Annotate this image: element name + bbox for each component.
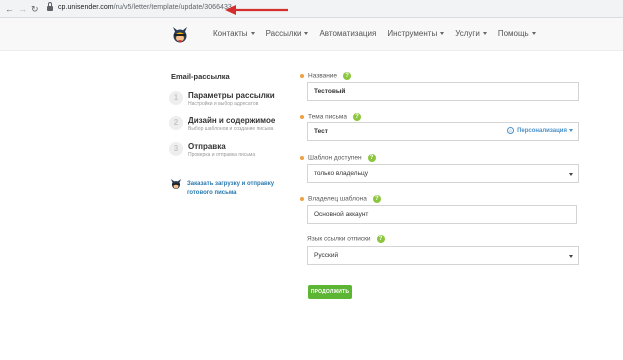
help-icon[interactable]: ? — [343, 72, 352, 80]
name-label: Название? — [300, 72, 352, 80]
name-input[interactable]: Тестовый — [307, 82, 579, 101]
step-subtitle: Выбор шаблонов и создание письма — [188, 126, 274, 132]
mascot-icon — [171, 179, 181, 189]
nav-item-help[interactable]: Помощь — [498, 29, 536, 39]
chevron-down-icon — [569, 255, 573, 258]
order-upload-link[interactable]: Заказать загрузку и отправку готового пи… — [187, 180, 287, 198]
access-select[interactable]: только владельцу — [307, 164, 579, 183]
step-subtitle: Проверка и отправка письма — [188, 152, 256, 158]
subject-label: Тема письма? — [300, 113, 361, 121]
chevron-down-icon — [482, 32, 487, 36]
browser-toolbar: ← → ↻ cp.unisender.com/ru/v5/letter/temp… — [0, 0, 623, 18]
reload-icon[interactable]: ↻ — [31, 3, 39, 15]
access-label-text: Шаблон доступен — [308, 154, 362, 162]
annotation-arrow-icon — [225, 5, 288, 15]
chevron-down-icon — [569, 173, 573, 176]
name-input-value: Тестовый — [314, 88, 346, 95]
personalization-dropdown[interactable]: ☺ Персонализация — [507, 123, 573, 140]
site-header: Контакты Рассылки Автоматизация Инструме… — [0, 18, 623, 51]
unsubscribe-lang-label-text: Язык ссылки отписки — [307, 235, 371, 243]
nav-item-campaigns[interactable]: Рассылки — [266, 29, 309, 39]
main-nav: Контакты Рассылки Автоматизация Инструме… — [213, 29, 547, 39]
nav-item-services[interactable]: Услуги — [455, 29, 487, 39]
subject-label-text: Тема письма — [308, 113, 347, 121]
help-icon[interactable]: ? — [372, 195, 381, 203]
unsubscribe-lang-value: Русский — [314, 252, 339, 259]
access-select-value: только владельцу — [314, 170, 368, 177]
unsubscribe-lang-label: Язык ссылки отписки? — [307, 235, 385, 243]
step-title: Отправка — [188, 142, 226, 151]
step-number: 2 — [169, 116, 183, 130]
subject-input-value: Тест — [314, 128, 328, 135]
sidebar-title: Email-рассылка — [171, 72, 230, 81]
owner-input[interactable]: Основной аккаунт — [307, 205, 577, 224]
personalization-label: Персонализация — [517, 128, 567, 134]
required-dot-icon — [300, 74, 304, 78]
step-subtitle: Настройки и выбор адресатов — [188, 101, 259, 107]
nav-campaigns-label: Рассылки — [265, 29, 302, 38]
required-dot-icon — [300, 197, 304, 201]
access-label: Шаблон доступен? — [300, 154, 376, 162]
unisender-logo-icon[interactable] — [170, 25, 190, 44]
url-host: cp.unisender.com — [58, 4, 114, 11]
help-icon[interactable]: ? — [367, 154, 376, 162]
nav-services-label: Услуги — [455, 29, 480, 38]
help-icon[interactable]: ? — [376, 235, 385, 243]
back-icon[interactable]: ← — [5, 3, 14, 15]
step-number: 1 — [169, 91, 183, 105]
nav-automation-label: Автоматизация — [319, 29, 377, 38]
subject-input[interactable]: Тест ☺ Персонализация — [307, 122, 579, 141]
required-dot-icon — [300, 115, 304, 119]
chevron-down-icon — [440, 32, 445, 36]
chevron-down-icon — [531, 32, 536, 36]
chevron-down-icon — [304, 32, 309, 36]
step-number: 3 — [169, 142, 183, 156]
smiley-icon: ☺ — [507, 126, 515, 134]
step-title: Дизайн и содержимое — [188, 116, 276, 125]
nav-help-label: Помощь — [497, 29, 529, 38]
nav-item-automation[interactable]: Автоматизация — [319, 29, 376, 39]
lock-icon — [47, 2, 53, 12]
nav-item-contacts[interactable]: Контакты — [213, 29, 255, 39]
name-label-text: Название — [308, 72, 338, 80]
step-title: Параметры рассылки — [188, 91, 275, 100]
chevron-down-icon — [569, 128, 573, 132]
nav-item-tools[interactable]: Инструменты — [387, 29, 445, 39]
address-bar[interactable]: cp.unisender.com/ru/v5/letter/template/u… — [58, 4, 232, 11]
owner-input-value: Основной аккаунт — [314, 211, 369, 218]
unsubscribe-lang-select[interactable]: Русский — [307, 246, 579, 265]
nav-contacts-label: Контакты — [213, 29, 248, 38]
help-icon[interactable]: ? — [352, 113, 361, 121]
forward-icon[interactable]: → — [18, 3, 27, 15]
nav-tools-label: Инструменты — [387, 29, 438, 38]
continue-button[interactable]: ПРОДОЛЖИТЬ — [308, 285, 352, 299]
url-path: /ru/v5/letter/template/update/3066433 — [113, 4, 232, 11]
owner-label-text: Владелец шаблона — [308, 195, 367, 203]
owner-label: Владелец шаблона? — [300, 195, 381, 203]
chevron-down-icon — [250, 32, 255, 36]
required-dot-icon — [300, 156, 304, 160]
